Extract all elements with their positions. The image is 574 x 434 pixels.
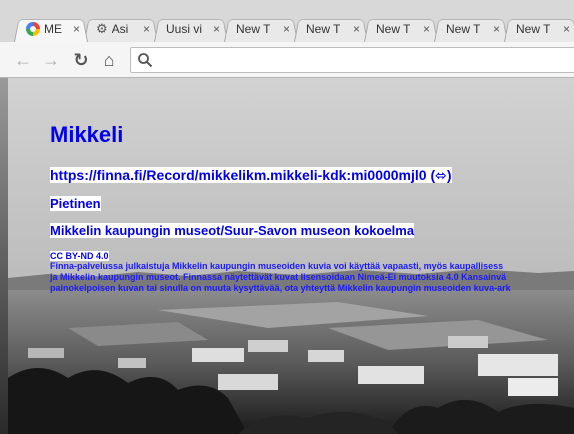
tab-6[interactable]: New T × xyxy=(376,16,430,42)
home-button[interactable]: ⌂ xyxy=(98,49,120,71)
description-line: painokelpoisen kuvan tai sinulla on muut… xyxy=(50,283,511,293)
record-overlay: Mikkeli https://finna.fi/Record/mikkelik… xyxy=(8,78,574,434)
record-title: Mikkeli xyxy=(50,122,124,147)
tab-8[interactable]: New T × xyxy=(516,16,570,42)
tab-close-icon[interactable]: × xyxy=(563,22,570,36)
tab-title: New T xyxy=(306,22,341,36)
tab-close-icon[interactable]: × xyxy=(213,22,220,36)
page-content: Mikkeli https://finna.fi/Record/mikkelik… xyxy=(8,78,574,434)
tab-4[interactable]: New T × xyxy=(236,16,290,42)
back-arrow-icon: ← xyxy=(14,49,32,70)
browser-toolbar: ← → ↻ ⌂ xyxy=(0,42,574,78)
record-author: Pietinen xyxy=(50,196,101,211)
forward-arrow-icon: → xyxy=(42,49,60,70)
record-link-wrapper: https://finna.fi/Record/mikkelikm.mikkel… xyxy=(50,167,452,184)
tab-title: New T xyxy=(376,22,411,36)
tab-close-icon[interactable]: × xyxy=(423,22,430,36)
google-icon xyxy=(26,22,40,36)
description-line: Finna-palvelussa julkaistuja Mikkelin ka… xyxy=(50,261,504,271)
home-icon: ⌂ xyxy=(103,49,115,70)
tab-3[interactable]: Uusi vi × xyxy=(166,16,220,42)
tab-2[interactable]: ⚙ Asi × xyxy=(96,16,150,42)
tab-title: New T xyxy=(236,22,271,36)
tab-title: ME xyxy=(44,22,62,36)
record-license-wrapper: CC BY-ND 4.0 xyxy=(50,251,109,261)
tab-close-icon[interactable]: × xyxy=(143,22,150,36)
tab-close-icon[interactable]: × xyxy=(283,22,290,36)
tab-close-icon[interactable]: × xyxy=(493,22,500,36)
page-margin xyxy=(0,78,8,434)
tab-close-icon[interactable]: × xyxy=(73,22,80,36)
address-bar[interactable] xyxy=(130,47,574,73)
tab-5[interactable]: New T × xyxy=(306,16,360,42)
tab-title: New T xyxy=(446,22,481,36)
record-description: Finna-palvelussa julkaistuja Mikkelin ka… xyxy=(50,261,574,294)
tab-strip: ME × ⚙ Asi × Uusi vi × New T × New T × N… xyxy=(0,0,574,42)
record-author-wrapper: Pietinen xyxy=(50,196,101,211)
record-organization: Mikkelin kaupungin museot/Suur-Savon mus… xyxy=(50,223,415,238)
record-organization-wrapper: Mikkelin kaupungin museot/Suur-Savon mus… xyxy=(50,223,415,238)
record-link[interactable]: https://finna.fi/Record/mikkelikm.mikkel… xyxy=(50,167,452,183)
gear-icon: ⚙ xyxy=(96,21,108,36)
reload-button[interactable]: ↻ xyxy=(70,49,92,71)
tab-title: Uusi vi xyxy=(166,22,203,36)
tab-title: New T xyxy=(516,22,551,36)
description-line: ja Mikkelin kaupungin museot. Finnassa n… xyxy=(50,272,507,282)
tab-close-icon[interactable]: × xyxy=(353,22,360,36)
forward-button[interactable]: → xyxy=(40,49,62,71)
tab-1[interactable]: ME × xyxy=(26,16,80,42)
tab-title: Asi xyxy=(111,22,129,36)
reload-icon: ↻ xyxy=(73,49,89,70)
record-license: CC BY-ND 4.0 xyxy=(50,251,109,261)
tab-7[interactable]: New T × xyxy=(446,16,500,42)
back-button[interactable]: ← xyxy=(12,49,34,71)
search-icon xyxy=(138,53,153,68)
